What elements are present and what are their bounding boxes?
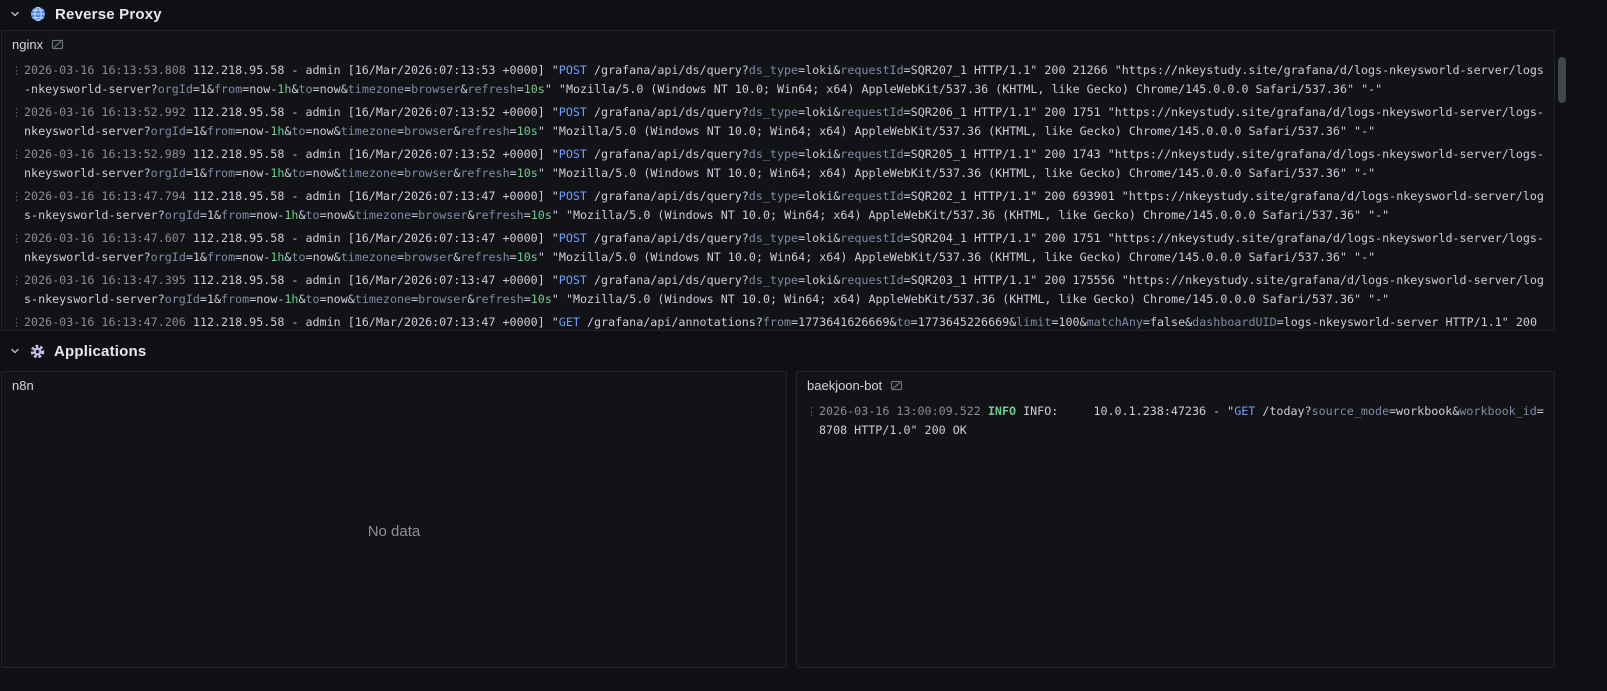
log-row[interactable]: ⋮2026-03-16 16:13:52.992 112.218.95.58 -… [11, 103, 1548, 141]
log-row-menu-icon[interactable]: ⋮ [11, 187, 24, 225]
chevron-down-icon[interactable] [9, 8, 21, 20]
log-row-menu-icon[interactable]: ⋮ [11, 61, 24, 99]
panel-title[interactable]: n8n [12, 378, 34, 393]
log-line: 2026-03-16 16:13:47.395 112.218.95.58 - … [24, 271, 1548, 309]
panel-status-icon[interactable] [51, 38, 64, 51]
page-scrollbar[interactable] [1558, 0, 1566, 691]
row-title: Applications [54, 343, 146, 360]
panel-n8n: n8n No data [1, 371, 787, 668]
log-row-menu-icon[interactable]: ⋮ [806, 402, 819, 440]
row-header-applications[interactable]: Applications [0, 337, 146, 365]
log-list-nginx: ⋮2026-03-16 16:13:53.808 112.218.95.58 -… [2, 56, 1554, 331]
panel-n8n-header[interactable]: n8n [2, 372, 786, 397]
log-line: 2026-03-16 16:13:52.992 112.218.95.58 - … [24, 103, 1548, 141]
log-line: 2026-03-16 16:13:47.206 112.218.95.58 - … [24, 313, 1548, 331]
log-row[interactable]: ⋮2026-03-16 16:13:47.395 112.218.95.58 -… [11, 271, 1548, 309]
log-row[interactable]: ⋮2026-03-16 16:13:53.808 112.218.95.58 -… [11, 61, 1548, 99]
log-row[interactable]: ⋮2026-03-16 13:00:09.522 INFO INFO: 10.0… [806, 402, 1548, 440]
panel-title[interactable]: baekjoon-bot [807, 378, 882, 393]
no-data-message: No data [2, 396, 786, 667]
log-line: 2026-03-16 16:13:52.989 112.218.95.58 - … [24, 145, 1548, 183]
panel-nginx: nginx ⋮2026-03-16 16:13:53.808 112.218.9… [1, 30, 1555, 331]
log-row[interactable]: ⋮2026-03-16 16:13:47.607 112.218.95.58 -… [11, 229, 1548, 267]
log-line: 2026-03-16 13:00:09.522 INFO INFO: 10.0.… [819, 402, 1548, 440]
panel-baekjoon-bot-header[interactable]: baekjoon-bot [797, 372, 1554, 397]
row-title: Reverse Proxy [55, 6, 162, 23]
log-row-menu-icon[interactable]: ⋮ [11, 229, 24, 267]
panel-nginx-header[interactable]: nginx [2, 31, 1554, 56]
panel-status-icon[interactable] [890, 379, 903, 392]
log-list-baekjoon-bot: ⋮2026-03-16 13:00:09.522 INFO INFO: 10.0… [797, 397, 1554, 440]
globe-icon [30, 6, 46, 22]
log-row[interactable]: ⋮2026-03-16 16:13:47.794 112.218.95.58 -… [11, 187, 1548, 225]
chevron-down-icon[interactable] [9, 345, 21, 357]
log-row-menu-icon[interactable]: ⋮ [11, 313, 24, 331]
log-line: 2026-03-16 16:13:47.794 112.218.95.58 - … [24, 187, 1548, 225]
log-line: 2026-03-16 16:13:47.607 112.218.95.58 - … [24, 229, 1548, 267]
row-header-reverse-proxy[interactable]: Reverse Proxy [0, 0, 162, 28]
gear-icon [30, 344, 45, 359]
log-row-menu-icon[interactable]: ⋮ [11, 103, 24, 141]
log-row[interactable]: ⋮2026-03-16 16:13:52.989 112.218.95.58 -… [11, 145, 1548, 183]
log-row-menu-icon[interactable]: ⋮ [11, 271, 24, 309]
log-row-menu-icon[interactable]: ⋮ [11, 145, 24, 183]
panel-title[interactable]: nginx [12, 37, 43, 52]
log-line: 2026-03-16 16:13:53.808 112.218.95.58 - … [24, 61, 1548, 99]
page-scrollbar-thumb[interactable] [1558, 57, 1566, 103]
log-row[interactable]: ⋮2026-03-16 16:13:47.206 112.218.95.58 -… [11, 313, 1548, 331]
panel-baekjoon-bot: baekjoon-bot ⋮2026-03-16 13:00:09.522 IN… [796, 371, 1555, 668]
